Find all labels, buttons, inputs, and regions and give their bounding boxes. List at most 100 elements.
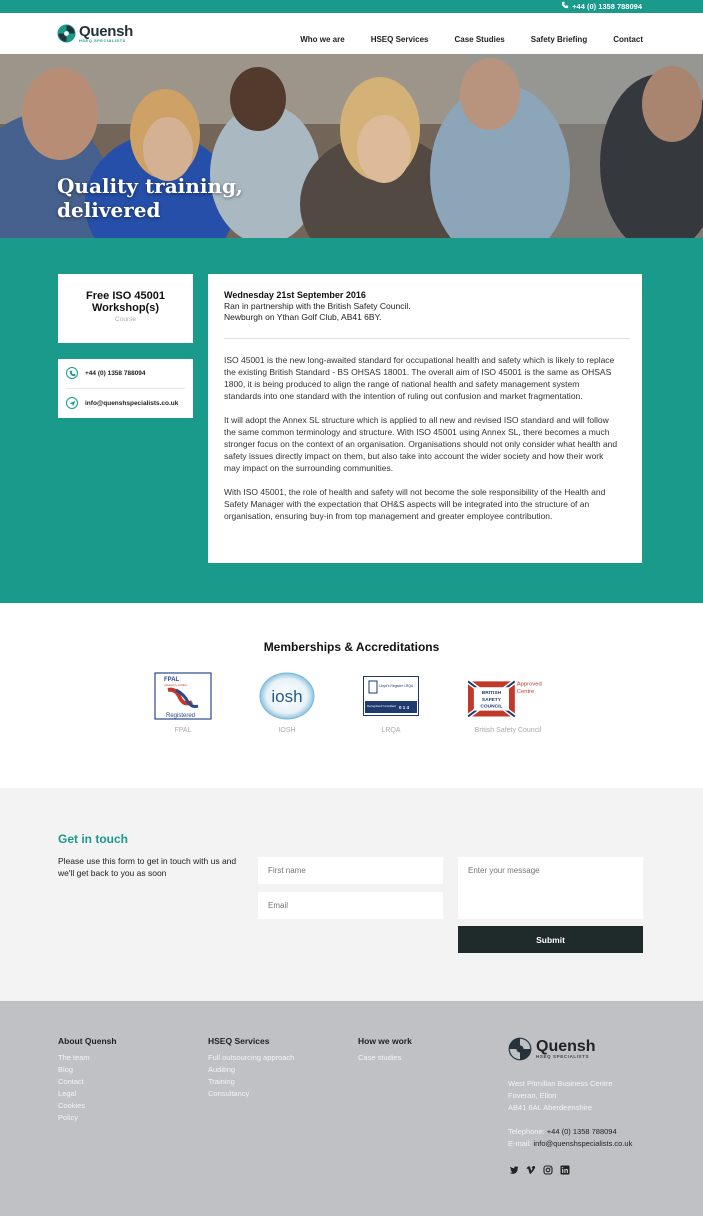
svg-text:SAFETY: SAFETY xyxy=(482,697,502,703)
footer-brand-tagline: HSEQ SPECIALISTS xyxy=(536,1053,590,1059)
footer-col-services: HSEQ Services Full outsourcing approach … xyxy=(208,1036,294,1100)
hero-banner: Quality training, delivered xyxy=(0,54,703,238)
svg-text:Recognised Consultant: Recognised Consultant xyxy=(367,704,396,708)
phone-icon xyxy=(561,1,569,11)
course-card: Free ISO 45001 Workshop(s) Course xyxy=(58,274,193,343)
contact-email[interactable]: info@quenshspecialists.co.uk xyxy=(66,397,178,409)
contact-phone-text: +44 (0) 1358 788094 xyxy=(85,369,146,377)
footer-link-blog[interactable]: Blog xyxy=(58,1064,117,1076)
memberships-title: Memberships & Accreditations xyxy=(263,640,440,654)
badge-caption: LRQA xyxy=(381,727,401,734)
footer-email: E-mail: info@quenshspecialists.co.uk xyxy=(508,1138,632,1150)
description-paragraph: It will adopt the Annex SL structure whi… xyxy=(224,415,618,473)
event-date: Wednesday 21st September 2016 xyxy=(224,290,366,300)
footer-link-case-studies[interactable]: Case studies xyxy=(358,1052,412,1064)
email-icon xyxy=(66,397,78,409)
footer-link-auditing[interactable]: Auditing xyxy=(208,1064,294,1076)
footer-link-outsourcing[interactable]: Full outsourcing approach xyxy=(208,1052,294,1064)
contact-form-section: Get in touch Please use this form to get… xyxy=(0,788,703,1001)
quensh-logo-icon xyxy=(508,1037,532,1061)
nav-contact[interactable]: Contact xyxy=(613,35,643,44)
footer-heading: About Quensh xyxy=(58,1036,117,1046)
twitter-icon[interactable] xyxy=(508,1164,519,1175)
footer-heading: How we work xyxy=(358,1036,412,1046)
social-links xyxy=(508,1164,570,1175)
main-nav: Who we are HSEQ Services Case Studies Sa… xyxy=(300,35,643,44)
fpal-logo: FPAL powered by Achilles Registered xyxy=(143,672,223,720)
brand-name: Quensh xyxy=(79,22,134,40)
footer: About Quensh The team Blog Contact Legal… xyxy=(0,1001,703,1216)
footer-logo[interactable]: Quensh HSEQ SPECIALISTS xyxy=(508,1037,596,1061)
details-divider xyxy=(224,338,630,339)
footer-link-cookies[interactable]: Cookies xyxy=(58,1100,117,1112)
phone-icon xyxy=(66,367,78,379)
contact-phone[interactable]: +44 (0) 1358 788094 xyxy=(66,367,146,379)
topbar-phone[interactable]: +44 (0) 1358 788094 xyxy=(561,1,642,11)
svg-text:Registered: Registered xyxy=(166,713,195,719)
instagram-icon[interactable] xyxy=(542,1164,553,1175)
hero-title: Quality training, delivered xyxy=(57,174,243,222)
message-input[interactable] xyxy=(458,857,643,919)
submit-button[interactable]: Submit xyxy=(458,926,643,953)
address-line: Foveran, Ellon xyxy=(508,1091,557,1100)
hero-title-line1: Quality training, xyxy=(57,174,243,198)
svg-text:Lloyd's Register LRQA: Lloyd's Register LRQA xyxy=(379,684,414,688)
hero-title-line2: delivered xyxy=(57,198,161,222)
email-value[interactable]: info@quenshspecialists.co.uk xyxy=(533,1139,632,1148)
contact-email-text: info@quenshspecialists.co.uk xyxy=(85,399,179,407)
contact-divider xyxy=(66,388,185,389)
footer-telephone: Telephone: +44 (0) 1358 788094 xyxy=(508,1126,632,1138)
footer-link-legal[interactable]: Legal xyxy=(58,1088,117,1100)
badge-caption: FPAL xyxy=(174,727,192,734)
nav-who-we-are[interactable]: Who we are xyxy=(300,35,344,44)
footer-heading: HSEQ Services xyxy=(208,1036,270,1046)
email-input[interactable] xyxy=(258,892,443,919)
description-paragraph: ISO 45001 is the new long-awaited standa… xyxy=(224,355,615,401)
footer-contact: Telephone: +44 (0) 1358 788094 E-mail: i… xyxy=(508,1126,632,1150)
svg-text:powered by Achilles: powered by Achilles xyxy=(164,683,188,687)
contact-form-title: Get in touch xyxy=(58,832,128,846)
telephone-value[interactable]: +44 (0) 1358 788094 xyxy=(547,1127,617,1136)
nav-safety-briefing[interactable]: Safety Briefing xyxy=(531,35,587,44)
address-line: West Pitmillan Business Centre xyxy=(508,1079,613,1088)
footer-brand-name: Quensh xyxy=(536,1037,596,1055)
nav-hseq-services[interactable]: HSEQ Services xyxy=(371,35,429,44)
british-safety-council-logo: BRITISH SAFETY COUNCIL Approved Centre xyxy=(468,672,548,720)
svg-text:iosh: iosh xyxy=(271,687,302,706)
badge-caption: British Safety Council xyxy=(474,727,542,734)
header: Quensh HSEQ SPECIALISTS Who we are HSEQ … xyxy=(0,13,703,54)
footer-link-training[interactable]: Training xyxy=(208,1076,294,1088)
svg-text:0 1 4: 0 1 4 xyxy=(399,705,410,710)
footer-col-about: About Quensh The team Blog Contact Legal… xyxy=(58,1036,117,1124)
footer-link-the-team[interactable]: The team xyxy=(58,1052,117,1064)
course-details-card: Wednesday 21st September 2016 Ran in par… xyxy=(208,274,642,563)
footer-link-policy[interactable]: Policy xyxy=(58,1112,117,1124)
footer-address: West Pitmillan Business Centre Foveran, … xyxy=(508,1078,612,1114)
iosh-logo: iosh xyxy=(247,672,327,720)
description-paragraph: With ISO 45001, the role of health and s… xyxy=(224,487,606,521)
contact-card: +44 (0) 1358 788094 info@quenshspecialis… xyxy=(58,359,193,418)
badge-british-safety-council[interactable]: BRITISH SAFETY COUNCIL Approved Centre B… xyxy=(468,672,548,735)
svg-text:Centre: Centre xyxy=(517,689,535,695)
footer-link-contact[interactable]: Contact xyxy=(58,1076,117,1088)
svg-text:FPAL: FPAL xyxy=(164,677,180,683)
logo[interactable]: Quensh HSEQ SPECIALISTS xyxy=(57,24,133,43)
badge-fpal[interactable]: FPAL powered by Achilles Registered FPAL xyxy=(143,672,223,735)
linkedin-icon[interactable] xyxy=(559,1164,570,1175)
badge-lrqa[interactable]: Lloyd's Register LRQA Recognised Consult… xyxy=(351,672,431,735)
course-type: Course xyxy=(115,316,136,323)
contact-form-intro: Please use this form to get in touch wit… xyxy=(58,856,237,878)
first-name-input[interactable] xyxy=(258,857,443,884)
nav-case-studies[interactable]: Case Studies xyxy=(455,35,505,44)
badge-iosh[interactable]: iosh IOSH xyxy=(247,672,327,735)
top-bar: +44 (0) 1358 788094 xyxy=(0,0,703,13)
badge-caption: IOSH xyxy=(278,727,296,734)
vimeo-icon[interactable] xyxy=(525,1164,536,1175)
telephone-label: Telephone: xyxy=(508,1127,545,1136)
address-line: AB41 6AL Aberdeenshire xyxy=(508,1103,592,1112)
brand-tagline: HSEQ SPECIALISTS xyxy=(79,37,126,43)
event-partner: Ran in partnership with the British Safe… xyxy=(224,301,411,311)
course-title: Free ISO 45001 Workshop(s) xyxy=(86,290,165,314)
footer-link-consultancy[interactable]: Consultancy xyxy=(208,1088,294,1100)
topbar-phone-text: +44 (0) 1358 788094 xyxy=(572,1,642,11)
